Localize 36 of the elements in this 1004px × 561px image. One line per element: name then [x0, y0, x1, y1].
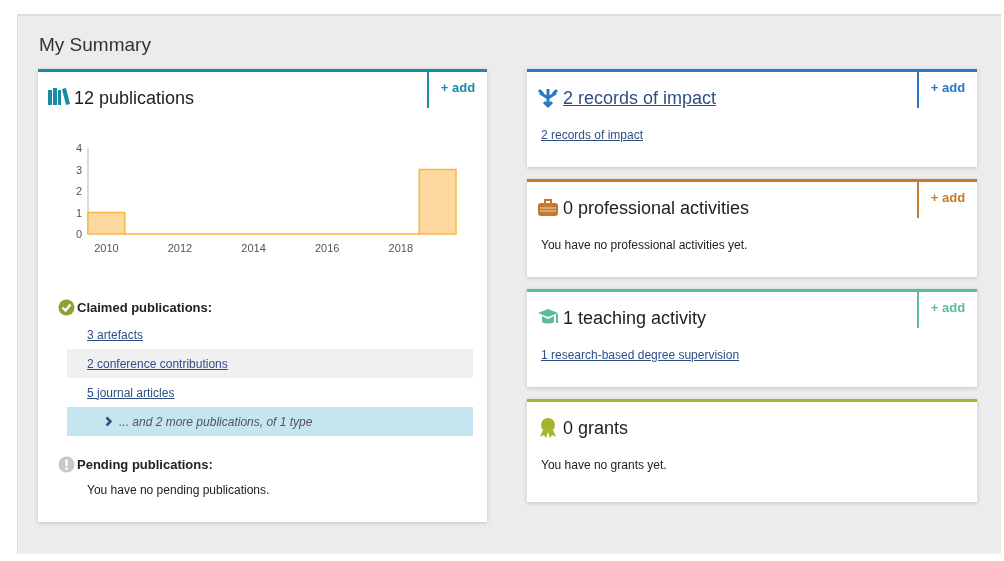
more-publications-row[interactable]: ... and 2 more publications, of 1 type: [67, 407, 473, 436]
empty-message: You have no grants yet.: [541, 458, 667, 472]
briefcase-icon: [537, 197, 559, 219]
summary-link[interactable]: 1 research-based degree supervision: [541, 348, 740, 362]
card-title-link[interactable]: 2 records of impact: [563, 87, 717, 109]
x-tick-label: 2010: [94, 242, 119, 254]
arrows-icon: [537, 87, 559, 109]
exclamation-circle-icon: [58, 456, 75, 473]
card-title: 12 publications: [74, 87, 195, 109]
empty-message: You have no pending publications.: [86, 482, 271, 497]
page-title: My Summary: [38, 33, 151, 57]
x-tick-label: 2018: [388, 242, 414, 254]
card-title: 0 grants: [563, 417, 629, 439]
x-tick-label: 2016: [314, 242, 340, 254]
add-button[interactable]: + add: [427, 72, 487, 108]
y-tick-label: 2: [76, 185, 82, 197]
chevron-right-icon: [105, 416, 113, 427]
section-heading: Claimed publications:: [77, 300, 213, 315]
section-heading: Pending publications:: [77, 457, 213, 472]
publication-type-link[interactable]: 3 artefacts: [87, 327, 144, 342]
y-tick-label: 0: [76, 228, 82, 240]
publication-type-link[interactable]: 2 conference contributions: [87, 356, 228, 371]
check-circle-icon: [58, 299, 75, 316]
card-title: 0 professional activities: [563, 197, 750, 219]
y-tick-label: 1: [76, 206, 82, 219]
empty-message: You have no professional activities yet.: [541, 238, 748, 252]
y-tick-label: 3: [76, 163, 82, 176]
add-button[interactable]: + add: [917, 72, 977, 108]
y-tick-label: 4: [76, 142, 82, 154]
publication-type-link[interactable]: 5 journal articles: [87, 385, 175, 400]
x-tick-label: 2014: [241, 242, 266, 254]
card-title: 1 teaching activity: [563, 307, 707, 329]
summary-link[interactable]: 2 records of impact: [541, 128, 644, 142]
x-tick-label: 2012: [167, 242, 193, 254]
more-publications-text: ... and 2 more publications, of 1 type: [119, 414, 313, 429]
rosette-icon: [537, 417, 559, 439]
